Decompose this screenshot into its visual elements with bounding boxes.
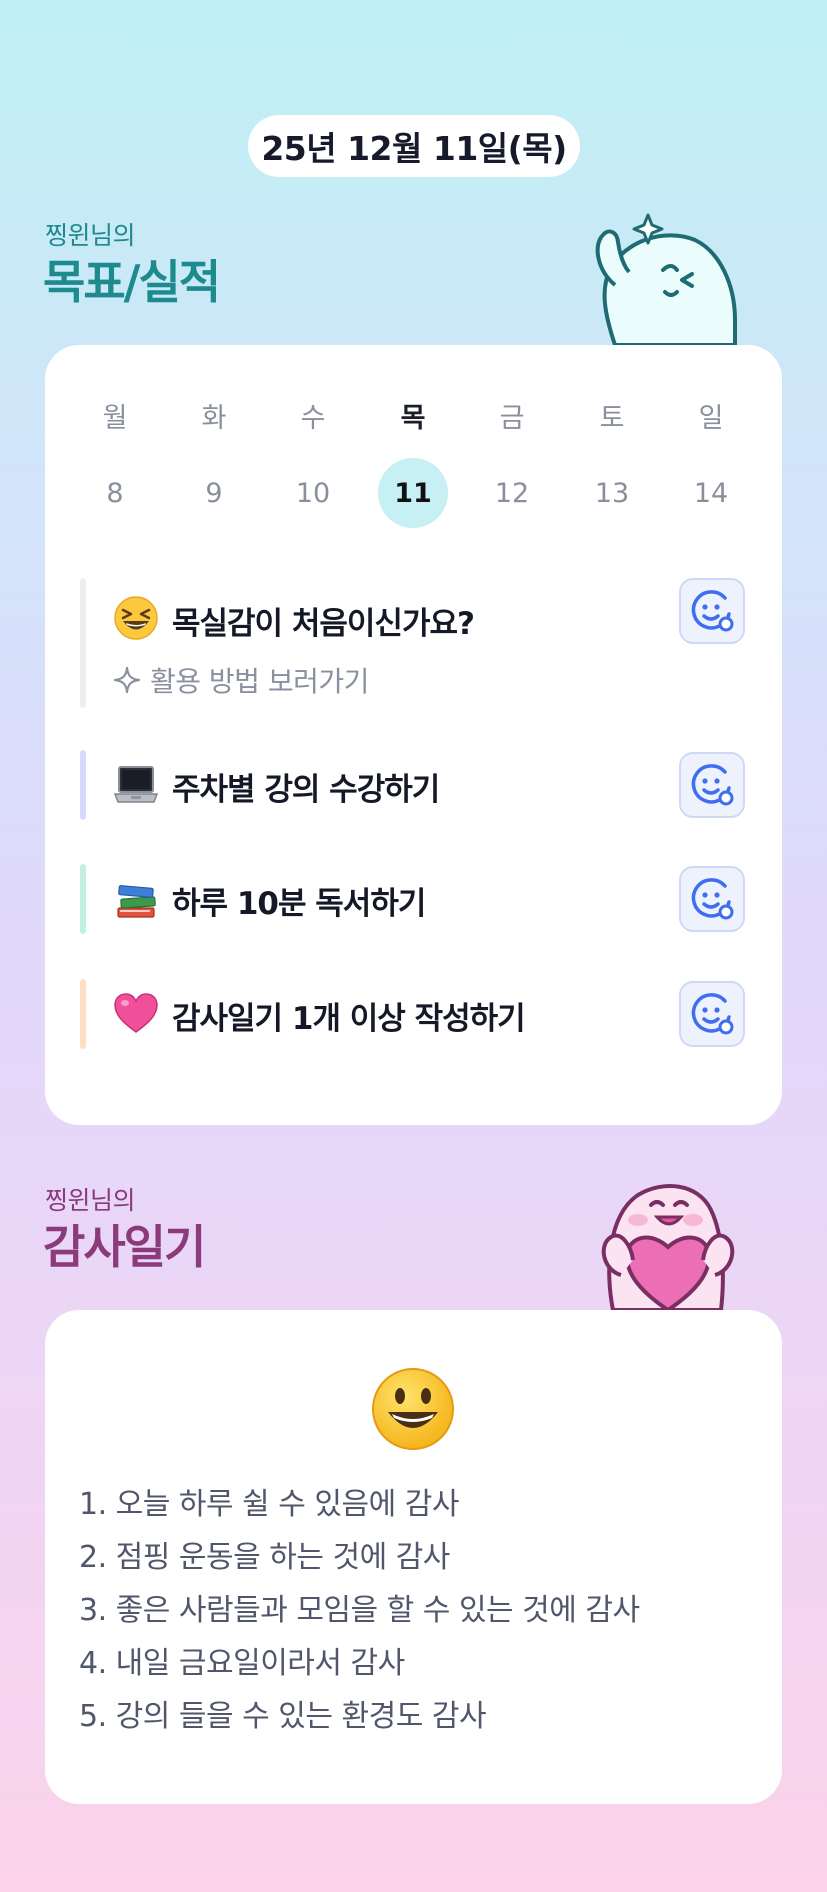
day-12[interactable]: 12 bbox=[477, 458, 547, 528]
weekday-sat: 토 bbox=[599, 402, 625, 434]
weekday-row: 월 화 수 목 금 토 일 bbox=[45, 380, 782, 450]
weekday-sun: 일 bbox=[698, 402, 724, 434]
smile-face-add-icon bbox=[691, 878, 734, 920]
pink-mascot-heart-illustration bbox=[601, 1184, 735, 1310]
day-14[interactable]: 14 bbox=[676, 458, 746, 528]
smile-face-add-icon bbox=[691, 993, 734, 1035]
laptop-emoji bbox=[113, 766, 159, 803]
ghost-mascot-illustration bbox=[595, 213, 737, 345]
diary-section-title: 감사일기 bbox=[43, 1220, 206, 1274]
books-emoji bbox=[117, 885, 156, 918]
day-13[interactable]: 13 bbox=[577, 458, 647, 528]
goal-record-button[interactable] bbox=[679, 866, 745, 932]
goal-text: 목실감이 처음이신가요? bbox=[172, 606, 475, 642]
goals-section-title: 목표/실적 bbox=[43, 255, 221, 309]
gratitude-list: 1. 오늘 하루 쉴 수 있음에 감사 2. 점핑 운동을 하는 것에 감사 3… bbox=[79, 1478, 640, 1743]
weekday-wed: 수 bbox=[300, 402, 326, 434]
pink-heart-emoji bbox=[114, 993, 158, 1033]
day-10[interactable]: 10 bbox=[278, 458, 348, 528]
weekday-fri: 금 bbox=[499, 402, 525, 434]
smile-face-add-icon bbox=[691, 764, 734, 806]
gratitude-entry: 2. 점핑 운동을 하는 것에 감사 bbox=[79, 1540, 450, 1575]
smiling-face-emoji bbox=[372, 1368, 454, 1450]
how-to-use-link[interactable]: 활용 방법 보러가기 bbox=[112, 660, 369, 700]
goal-item: 주차별 강의 수강하기 bbox=[80, 750, 745, 820]
weekday-mon: 월 bbox=[102, 402, 128, 434]
laughing-face-emoji bbox=[114, 596, 158, 640]
day-number-row: 8 9 10 11 12 13 14 bbox=[45, 458, 782, 528]
goal-item: 목실감이 처음이신가요? 활용 방법 보러가기 bbox=[80, 578, 745, 708]
gratitude-entry: 3. 좋은 사람들과 모임을 할 수 있는 것에 감사 bbox=[79, 1593, 640, 1628]
smile-face-add-icon bbox=[691, 590, 734, 632]
goal-record-button[interactable] bbox=[679, 578, 745, 644]
day-11-selected[interactable]: 11 bbox=[378, 458, 448, 528]
weekday-thu: 목 bbox=[400, 402, 426, 434]
goal-item: 하루 10분 독서하기 bbox=[80, 864, 745, 934]
diary-card: 1. 오늘 하루 쉴 수 있음에 감사 2. 점핑 운동을 하는 것에 감사 3… bbox=[45, 1310, 782, 1804]
how-to-use-label: 활용 방법 보러가기 bbox=[150, 665, 369, 698]
gratitude-entry: 5. 강의 들을 수 있는 환경도 감사 bbox=[79, 1699, 487, 1734]
goal-color-bar bbox=[80, 750, 86, 820]
goal-color-bar bbox=[80, 578, 86, 708]
goal-text: 감사일기 1개 이상 작성하기 bbox=[172, 1001, 526, 1037]
gratitude-entry: 4. 내일 금요일이라서 감사 bbox=[79, 1646, 405, 1681]
goal-record-button[interactable] bbox=[679, 981, 745, 1047]
weekday-tue: 화 bbox=[201, 402, 227, 434]
goal-color-bar bbox=[80, 979, 86, 1049]
goal-color-bar bbox=[80, 864, 86, 934]
day-9[interactable]: 9 bbox=[179, 458, 249, 528]
goal-text: 하루 10분 독서하기 bbox=[172, 886, 426, 922]
goal-record-button[interactable] bbox=[679, 752, 745, 818]
goals-card: 월 화 수 목 금 토 일 8 9 10 11 12 13 14 목실감이 처음… bbox=[45, 345, 782, 1125]
gratitude-entry: 1. 오늘 하루 쉴 수 있음에 감사 bbox=[79, 1487, 459, 1522]
date-pill[interactable]: 25년 12월 11일(목) bbox=[248, 115, 580, 177]
goal-item: 감사일기 1개 이상 작성하기 bbox=[80, 979, 745, 1049]
day-8[interactable]: 8 bbox=[80, 458, 150, 528]
sparkle-icon bbox=[113, 666, 141, 694]
goal-text: 주차별 강의 수강하기 bbox=[172, 772, 440, 808]
